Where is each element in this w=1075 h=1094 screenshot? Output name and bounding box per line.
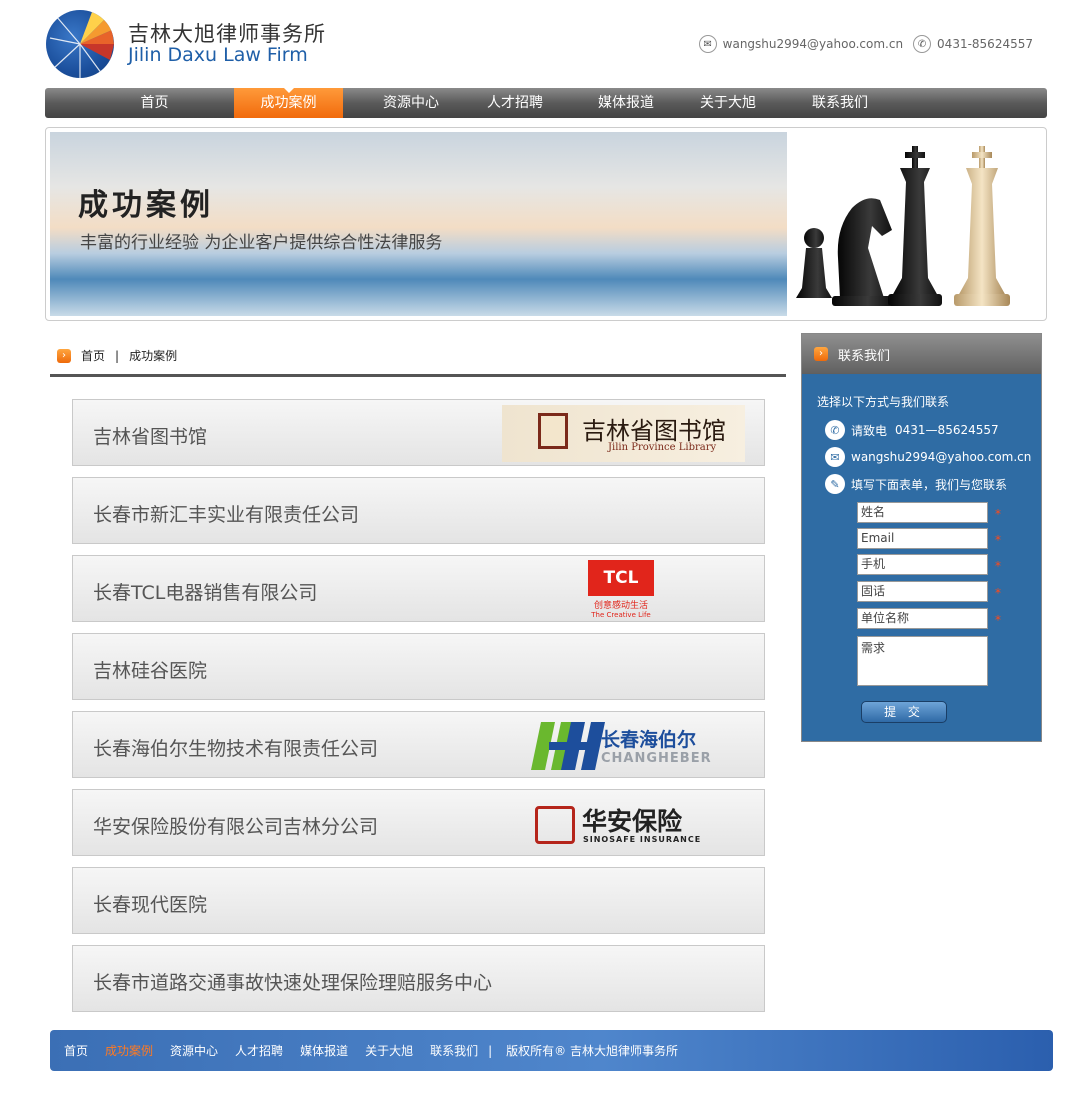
phone-icon: ✆ bbox=[913, 35, 932, 53]
mail-icon: ✉ bbox=[825, 447, 845, 467]
case-name: 长春海伯尔生物技术有限责任公司 bbox=[93, 738, 379, 760]
requirement-textarea[interactable]: 需求 bbox=[857, 636, 988, 686]
required-mark: * bbox=[995, 507, 1001, 521]
footer-link-contact[interactable]: 联系我们 bbox=[430, 1042, 478, 1059]
case-name: 华安保险股份有限公司吉林分公司 bbox=[93, 816, 379, 838]
case-item[interactable]: 长春TCL电器销售有限公司 TCL 创意感动生活 The Creative Li… bbox=[72, 555, 765, 622]
case-item[interactable]: 吉林硅谷医院 bbox=[72, 633, 765, 700]
sidebar-header: › 联系我们 bbox=[802, 334, 1041, 374]
sidebar-title: 联系我们 bbox=[838, 348, 891, 364]
header-contact: ✉ wangshu2994@yahoo.com.cn ✆ 0431-856245… bbox=[698, 35, 1033, 53]
case-name: 长春市道路交通事故快速处理保险理赔服务中心 bbox=[93, 972, 493, 994]
name-field[interactable]: 姓名 bbox=[857, 502, 988, 523]
sinosafe-mark-icon bbox=[535, 806, 575, 844]
sinosafe-logo: 华安保险 SINOSAFE INSURANCE bbox=[535, 804, 715, 848]
sidebar-phone-label: 请致电 bbox=[851, 423, 888, 438]
required-mark: * bbox=[995, 613, 1001, 627]
footer-link-media[interactable]: 媒体报道 bbox=[300, 1042, 348, 1059]
sidebar-phone-row: ✆ 请致电 0431—85624557 bbox=[825, 420, 999, 440]
footer-link-success-cases[interactable]: 成功案例 bbox=[105, 1042, 153, 1059]
breadcrumb-current: 成功案例 bbox=[129, 349, 178, 363]
banner-seascape-image: 成功案例 丰富的行业经验 为企业客户提供综合性法律服务 bbox=[50, 132, 787, 316]
footer-separator: | bbox=[488, 1043, 493, 1058]
brand-name-en: Jilin Daxu Law Firm bbox=[128, 44, 308, 66]
case-item[interactable]: 长春市新汇丰实业有限责任公司 bbox=[72, 477, 765, 544]
nav-home[interactable]: 首页 bbox=[117, 88, 192, 118]
case-name: 长春TCL电器销售有限公司 bbox=[93, 582, 318, 604]
mobile-field[interactable]: 手机 bbox=[857, 554, 988, 575]
sidebar-phone: 0431—85624557 bbox=[895, 423, 999, 437]
banner-title: 成功案例 bbox=[78, 188, 214, 223]
chess-pieces-image bbox=[796, 146, 1010, 306]
sidebar-form-hint-row: ✎ 填写下面表单，我们与您联系 bbox=[825, 474, 1007, 494]
footer-bar: 首页 成功案例 资源中心 人才招聘 媒体报道 关于大旭 联系我们 | 版权所有®… bbox=[50, 1030, 1053, 1071]
firm-logo[interactable] bbox=[46, 10, 114, 78]
changheber-mark-icon bbox=[531, 722, 605, 770]
nav-contact[interactable]: 联系我们 bbox=[800, 88, 880, 118]
breadcrumb-separator: | bbox=[115, 348, 120, 363]
breadcrumb: › 首页 | 成功案例 bbox=[57, 347, 177, 364]
required-mark: * bbox=[995, 559, 1001, 573]
required-mark: * bbox=[995, 586, 1001, 600]
mail-icon: ✉ bbox=[698, 35, 717, 53]
breadcrumb-home[interactable]: 首页 bbox=[81, 347, 105, 364]
footer-link-careers[interactable]: 人才招聘 bbox=[235, 1042, 283, 1059]
nav-success-cases[interactable]: 成功案例 bbox=[234, 88, 343, 118]
company-field[interactable]: 单位名称 bbox=[857, 608, 988, 629]
contact-sidebar: › 联系我们 选择以下方式与我们联系 ✆ 请致电 0431—85624557 ✉… bbox=[801, 333, 1042, 742]
nav-media[interactable]: 媒体报道 bbox=[581, 88, 671, 118]
jilin-library-logo: 吉林省图书馆 Jilin Province Library bbox=[502, 405, 745, 462]
case-item[interactable]: 长春市道路交通事故快速处理保险理赔服务中心 bbox=[72, 945, 765, 1012]
arrow-right-icon: › bbox=[814, 347, 828, 361]
case-name: 长春市新汇丰实业有限责任公司 bbox=[93, 504, 360, 526]
case-item[interactable]: 吉林省图书馆 吉林省图书馆 Jilin Province Library bbox=[72, 399, 765, 466]
nav-about[interactable]: 关于大旭 bbox=[688, 88, 768, 118]
email-field[interactable]: Email bbox=[857, 528, 988, 549]
case-item[interactable]: 长春现代医院 bbox=[72, 867, 765, 934]
phone-icon: ✆ bbox=[825, 420, 845, 440]
case-item[interactable]: 长春海伯尔生物技术有限责任公司 长春海伯尔 CHANGHEBER bbox=[72, 711, 765, 778]
sidebar-body: 选择以下方式与我们联系 ✆ 请致电 0431—85624557 ✉ wangsh… bbox=[802, 374, 1041, 741]
sidebar-email-row: ✉ wangshu2994@yahoo.com.cn bbox=[825, 447, 1031, 467]
tcl-logo: TCL 创意感动生活 The Creative Life bbox=[588, 560, 654, 622]
header-phone: 0431-85624557 bbox=[937, 37, 1033, 51]
footer-link-about[interactable]: 关于大旭 bbox=[365, 1042, 413, 1059]
case-name: 长春现代医院 bbox=[93, 894, 208, 916]
pencil-icon: ✎ bbox=[825, 474, 845, 494]
footer-link-home[interactable]: 首页 bbox=[64, 1042, 88, 1059]
arrow-right-icon: › bbox=[57, 348, 71, 363]
nav-resource-center[interactable]: 资源中心 bbox=[358, 88, 464, 118]
header-email[interactable]: wangshu2994@yahoo.com.cn bbox=[723, 37, 903, 51]
case-item[interactable]: 华安保险股份有限公司吉林分公司 华安保险 SINOSAFE INSURANCE bbox=[72, 789, 765, 856]
sidebar-form-hint: 填写下面表单，我们与您联系 bbox=[851, 477, 1008, 492]
main-nav: 首页 成功案例 资源中心 人才招聘 媒体报道 关于大旭 联系我们 bbox=[45, 88, 1047, 118]
library-seal-icon bbox=[538, 413, 568, 449]
changheber-logo: 长春海伯尔 CHANGHEBER bbox=[531, 722, 721, 770]
breadcrumb-divider bbox=[50, 374, 786, 377]
case-name: 吉林硅谷医院 bbox=[93, 660, 208, 682]
footer-copyright: 版权所有® 吉林大旭律师事务所 bbox=[506, 1044, 678, 1058]
sidebar-email[interactable]: wangshu2994@yahoo.com.cn bbox=[851, 450, 1031, 464]
banner-subtitle: 丰富的行业经验 为企业客户提供综合性法律服务 bbox=[80, 233, 443, 253]
required-mark: * bbox=[995, 533, 1001, 547]
sidebar-intro: 选择以下方式与我们联系 bbox=[817, 395, 950, 409]
footer-link-resource-center[interactable]: 资源中心 bbox=[170, 1042, 218, 1059]
hero-banner: 成功案例 丰富的行业经验 为企业客户提供综合性法律服务 bbox=[45, 127, 1047, 321]
submit-button[interactable]: 提 交 bbox=[861, 701, 947, 723]
nav-careers[interactable]: 人才招聘 bbox=[470, 88, 560, 118]
case-name: 吉林省图书馆 bbox=[93, 426, 208, 448]
landline-field[interactable]: 固话 bbox=[857, 581, 988, 602]
